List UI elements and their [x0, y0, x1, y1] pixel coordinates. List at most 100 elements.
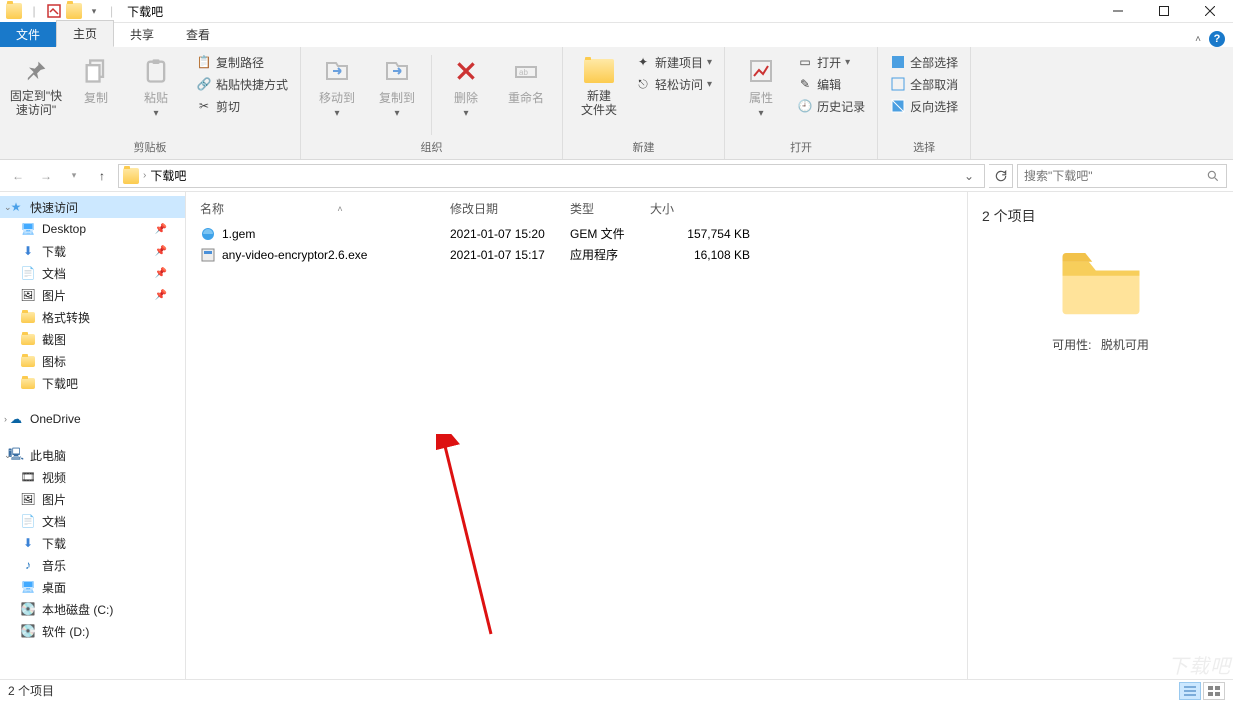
nav-desktop2[interactable]: 🖥桌面 [0, 576, 185, 598]
nav-cdrive[interactable]: 💽本地磁盘 (C:) [0, 598, 185, 620]
copy-button[interactable]: 复制 [68, 51, 124, 106]
search-box[interactable] [1017, 164, 1227, 188]
drive-icon: 💽 [20, 623, 36, 639]
select-all-button[interactable]: 全部选择 [886, 51, 962, 73]
file-list-area[interactable]: 名称˄ 修改日期 类型 大小 1.gem 2021-01-07 15:20 GE… [186, 192, 967, 679]
file-row[interactable]: 1.gem 2021-01-07 15:20 GEM 文件 157,754 KB [186, 223, 967, 244]
nav-xzb[interactable]: 下载吧 [0, 372, 185, 394]
tab-home[interactable]: 主页 [56, 20, 114, 47]
folder-icon [20, 375, 36, 391]
paste-button[interactable]: 粘贴 ▾ [128, 51, 184, 119]
tab-view[interactable]: 查看 [170, 22, 226, 47]
history-button[interactable]: 🕘历史记录 [793, 95, 869, 117]
copy-path-icon: 📋 [196, 54, 212, 70]
invert-selection-button[interactable]: 反向选择 [886, 95, 962, 117]
navigation-pane[interactable]: ⌄★快速访问 🖥Desktop📌 ⬇下载📌 📄文档📌 🖼图片📌 格式转换 截图 … [0, 192, 186, 679]
properties-button[interactable]: 属性▾ [733, 51, 789, 119]
copy-path-button[interactable]: 📋复制路径 [192, 51, 292, 73]
pin-icon [20, 55, 52, 87]
close-button[interactable] [1187, 0, 1233, 23]
nav-documents2[interactable]: 📄文档 [0, 510, 185, 532]
copy-icon [80, 55, 112, 87]
nav-videos[interactable]: 🎞视频 [0, 466, 185, 488]
nav-pictures[interactable]: 🖼图片📌 [0, 284, 185, 306]
exe-file-icon [200, 247, 216, 263]
nav-desktop[interactable]: 🖥Desktop📌 [0, 218, 185, 240]
copy-to-icon [381, 55, 413, 87]
help-icon[interactable]: ? [1209, 31, 1225, 47]
delete-button[interactable]: 删除▾ [438, 51, 494, 119]
easy-access-button[interactable]: ⎋轻松访问▾ [631, 73, 716, 95]
rename-button[interactable]: ab 重命名 [498, 51, 554, 106]
paste-shortcut-icon: 🔗 [196, 76, 212, 92]
music-icon: ♪ [20, 557, 36, 573]
nav-downloads[interactable]: ⬇下载📌 [0, 240, 185, 262]
file-date: 2021-01-07 15:20 [450, 227, 570, 241]
search-input[interactable] [1024, 169, 1206, 183]
move-to-icon [321, 55, 353, 87]
qat-properties-icon[interactable] [46, 3, 62, 19]
svg-text:ab: ab [519, 68, 528, 77]
nav-documents[interactable]: 📄文档📌 [0, 262, 185, 284]
properties-label: 属性 [749, 89, 773, 106]
pictures-icon: 🖼 [20, 491, 36, 507]
pin-to-quick-button[interactable]: 固定到"快 速访问" [8, 51, 64, 118]
ribbon-collapse-icon[interactable]: ˄ [1195, 34, 1201, 45]
open-label: 打开 [817, 54, 841, 71]
availability-row: 可用性: 脱机可用 [1052, 336, 1149, 353]
refresh-button[interactable] [989, 164, 1013, 188]
edit-button[interactable]: ✎编辑 [793, 73, 869, 95]
sort-up-icon: ˄ [337, 204, 342, 214]
pin-icon: 📌 [155, 224, 167, 235]
file-name: 1.gem [222, 227, 255, 241]
col-name[interactable]: 名称˄ [200, 200, 450, 217]
drive-icon: 💽 [20, 601, 36, 617]
new-folder-button[interactable]: 新建 文件夹 [571, 51, 627, 118]
cut-button[interactable]: ✂剪切 [192, 95, 292, 117]
nav-quick-access[interactable]: ⌄★快速访问 [0, 196, 185, 218]
address-bar[interactable]: › 下载吧 ⌄ [118, 164, 985, 188]
tab-share[interactable]: 共享 [114, 22, 170, 47]
qat-folder-icon[interactable] [66, 3, 82, 19]
easy-access-icon: ⎋ [635, 76, 651, 92]
qat-dropdown-icon[interactable]: ▾ [86, 3, 102, 19]
file-row[interactable]: any-video-encryptor2.6.exe 2021-01-07 15… [186, 244, 967, 265]
view-large-icons-button[interactable] [1203, 682, 1225, 700]
col-size[interactable]: 大小 [650, 200, 750, 217]
nav-icons[interactable]: 图标 [0, 350, 185, 372]
select-none-button[interactable]: 全部取消 [886, 73, 962, 95]
new-item-button[interactable]: ✦新建项目▾ [631, 51, 716, 73]
move-to-button[interactable]: 移动到▾ [309, 51, 365, 119]
nav-this-pc[interactable]: ⌄🖳此电脑 [0, 444, 185, 466]
view-details-button[interactable] [1179, 682, 1201, 700]
nav-screenshot[interactable]: 截图 [0, 328, 185, 350]
minimize-button[interactable] [1095, 0, 1141, 23]
up-button[interactable]: ↑ [90, 164, 114, 188]
col-type[interactable]: 类型 [570, 200, 650, 217]
nav-pictures2[interactable]: 🖼图片 [0, 488, 185, 510]
nav-onedrive[interactable]: ›☁OneDrive [0, 408, 185, 430]
group-new-label: 新建 [571, 139, 716, 157]
group-select-label: 选择 [886, 139, 962, 157]
nav-music[interactable]: ♪音乐 [0, 554, 185, 576]
copy-to-button[interactable]: 复制到▾ [369, 51, 425, 119]
nav-downloads2[interactable]: ⬇下载 [0, 532, 185, 554]
tab-file[interactable]: 文件 [0, 22, 56, 47]
paste-shortcut-button[interactable]: 🔗粘贴快捷方式 [192, 73, 292, 95]
copy-label: 复制 [84, 89, 108, 106]
nav-ddrive[interactable]: 💽软件 (D:) [0, 620, 185, 642]
recent-dropdown[interactable]: ▾ [62, 164, 86, 188]
pictures-icon: 🖼 [20, 287, 36, 303]
back-button[interactable]: ← [6, 164, 30, 188]
open-button[interactable]: ▭打开▾ [793, 51, 869, 73]
forward-button[interactable]: → [34, 164, 58, 188]
maximize-button[interactable] [1141, 0, 1187, 23]
breadcrumb[interactable]: 下载吧 [150, 167, 186, 184]
address-dropdown-icon[interactable]: ⌄ [958, 169, 980, 183]
new-item-icon: ✦ [635, 54, 651, 70]
desktop-icon: 🖥 [20, 221, 36, 237]
cut-label: 剪切 [216, 98, 240, 115]
nav-format[interactable]: 格式转换 [0, 306, 185, 328]
column-headers[interactable]: 名称˄ 修改日期 类型 大小 [186, 192, 967, 223]
col-date[interactable]: 修改日期 [450, 200, 570, 217]
